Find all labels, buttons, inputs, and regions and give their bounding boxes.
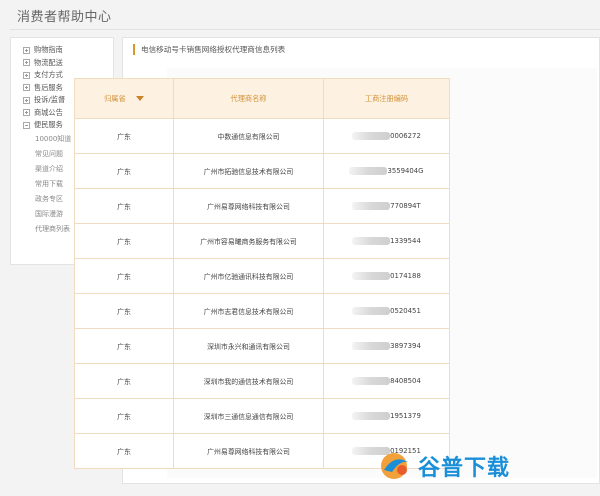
agent-name-cell: 深圳市我的通信技术有限公司 bbox=[173, 363, 324, 399]
registration-code-text: 1339544 bbox=[390, 237, 421, 245]
collapse-icon[interactable] bbox=[23, 121, 30, 129]
region-cell: 广东 bbox=[74, 433, 174, 469]
agent-name-cell: 中数通信息有限公司 bbox=[173, 118, 324, 154]
sidebar-item-label: 投诉/监督 bbox=[34, 95, 66, 105]
region-cell: 广东 bbox=[74, 188, 174, 224]
registration-code-cell: 0006272 bbox=[323, 118, 450, 154]
region-column-header[interactable]: 归属省 bbox=[74, 78, 174, 119]
redaction-blur bbox=[352, 307, 391, 315]
section-heading: 电信移动号卡销售网络授权代理商信息列表 bbox=[133, 44, 285, 55]
registration-code-text: 0520451 bbox=[390, 307, 421, 315]
table-row: 广东 广州市志君信息技术有限公司 0520451 bbox=[74, 293, 450, 329]
registration-code-text: 1951379 bbox=[390, 412, 421, 420]
expand-icon[interactable] bbox=[23, 84, 30, 92]
table-row: 广东 中数通信息有限公司 0006272 bbox=[74, 118, 450, 154]
agent-table: 归属省 代理商名称 工商注册编码 广东 中数通信息有限公司 0006272 广东 广州市… bbox=[74, 78, 450, 469]
heading-accent-bar bbox=[133, 44, 135, 55]
sidebar-item-label: 便民服务 bbox=[34, 120, 63, 130]
table-row: 广东 广州市拓驰信息技术有限公司 3559404G bbox=[74, 153, 450, 189]
registration-code-cell: 0520451 bbox=[323, 293, 450, 329]
registration-code-text: 8408504 bbox=[390, 377, 421, 385]
region-cell: 广东 bbox=[74, 153, 174, 189]
expand-icon[interactable] bbox=[23, 46, 30, 54]
agent-name-cell: 广州市容易曦商务服务有限公司 bbox=[173, 223, 324, 259]
watermark: 谷普下载 bbox=[378, 450, 510, 482]
redaction-blur bbox=[352, 412, 391, 420]
region-cell: 广东 bbox=[74, 223, 174, 259]
table-row: 广东 深圳市我的通信技术有限公司 8408504 bbox=[74, 363, 450, 399]
registration-code-cell: 0174188 bbox=[323, 258, 450, 294]
agent-name-cell: 广州市亿驰通讯科技有限公司 bbox=[173, 258, 324, 294]
table-row: 广东 广州易尊网络科技有限公司 770894T bbox=[74, 188, 450, 224]
table-row: 广东 广州市亿驰通讯科技有限公司 0174188 bbox=[74, 258, 450, 294]
registration-code-cell: 770894T bbox=[323, 188, 450, 224]
watermark-text: 谷普下载 bbox=[418, 456, 511, 481]
agent-name-cell: 广州市拓驰信息技术有限公司 bbox=[173, 153, 324, 189]
region-cell: 广东 bbox=[74, 118, 174, 154]
redaction-blur bbox=[349, 167, 388, 175]
agent-name-cell: 广州市志君信息技术有限公司 bbox=[173, 293, 324, 329]
region-header-label: 归属省 bbox=[104, 93, 126, 103]
region-cell: 广东 bbox=[74, 363, 174, 399]
agent-name-cell: 深圳市三通信息通信有限公司 bbox=[173, 398, 324, 434]
table-row: 广东 广州市容易曦商务服务有限公司 1339544 bbox=[74, 223, 450, 259]
redaction-blur bbox=[352, 377, 391, 385]
agent-name-cell: 广州易尊网络科技有限公司 bbox=[173, 433, 324, 469]
redaction-blur bbox=[352, 132, 391, 140]
agent-name-cell: 深圳市永兴和通讯有限公司 bbox=[173, 328, 324, 364]
page-title: 消费者帮助中心 bbox=[17, 10, 112, 25]
expand-icon[interactable] bbox=[23, 109, 30, 117]
registration-code-cell: 1339544 bbox=[323, 223, 450, 259]
redaction-blur bbox=[352, 272, 391, 280]
registration-code-cell: 3897394 bbox=[323, 328, 450, 364]
expand-icon[interactable] bbox=[23, 59, 30, 67]
region-cell: 广东 bbox=[74, 258, 174, 294]
title-divider bbox=[10, 29, 600, 30]
code-column-header: 工商注册编码 bbox=[323, 78, 450, 119]
sidebar-item-label: 售后服务 bbox=[34, 82, 63, 92]
region-cell: 广东 bbox=[74, 398, 174, 434]
table-row: 广东 深圳市永兴和通讯有限公司 3897394 bbox=[74, 328, 450, 364]
section-heading-text: 电信移动号卡销售网络授权代理商信息列表 bbox=[141, 45, 286, 54]
expand-icon[interactable] bbox=[23, 71, 30, 79]
sidebar-item-label: 购物指南 bbox=[34, 45, 63, 55]
sidebar-item-label: 支付方式 bbox=[34, 70, 63, 80]
sidebar-item-label: 物流配送 bbox=[34, 57, 63, 67]
agent-column-header: 代理商名称 bbox=[173, 78, 324, 119]
sidebar-item[interactable]: 物流配送 bbox=[11, 57, 113, 70]
redaction-blur bbox=[352, 342, 391, 350]
redaction-blur bbox=[352, 237, 391, 245]
caret-down-icon[interactable] bbox=[135, 96, 144, 101]
expand-icon[interactable] bbox=[23, 96, 30, 104]
registration-code-text: 0006272 bbox=[390, 132, 421, 140]
registration-code-cell: 8408504 bbox=[323, 363, 450, 399]
registration-code-text: 770894T bbox=[390, 202, 421, 210]
redaction-blur bbox=[352, 202, 391, 210]
table-header-row: 归属省 代理商名称 工商注册编码 bbox=[74, 78, 450, 119]
region-cell: 广东 bbox=[74, 328, 174, 364]
registration-code-cell: 1951379 bbox=[323, 398, 450, 434]
sidebar-item-label: 商城公告 bbox=[34, 107, 63, 117]
agent-name-cell: 广州易尊网络科技有限公司 bbox=[173, 188, 324, 224]
registration-code-text: 3897394 bbox=[390, 342, 421, 350]
registration-code-text: 0174188 bbox=[390, 272, 421, 280]
sidebar-item[interactable]: 购物指南 bbox=[11, 44, 113, 57]
watermark-logo-icon bbox=[381, 453, 408, 479]
registration-code-cell: 3559404G bbox=[323, 153, 450, 189]
region-cell: 广东 bbox=[74, 293, 174, 329]
table-row: 广东 深圳市三通信息通信有限公司 1951379 bbox=[74, 398, 450, 434]
registration-code-text: 3559404G bbox=[387, 167, 424, 175]
